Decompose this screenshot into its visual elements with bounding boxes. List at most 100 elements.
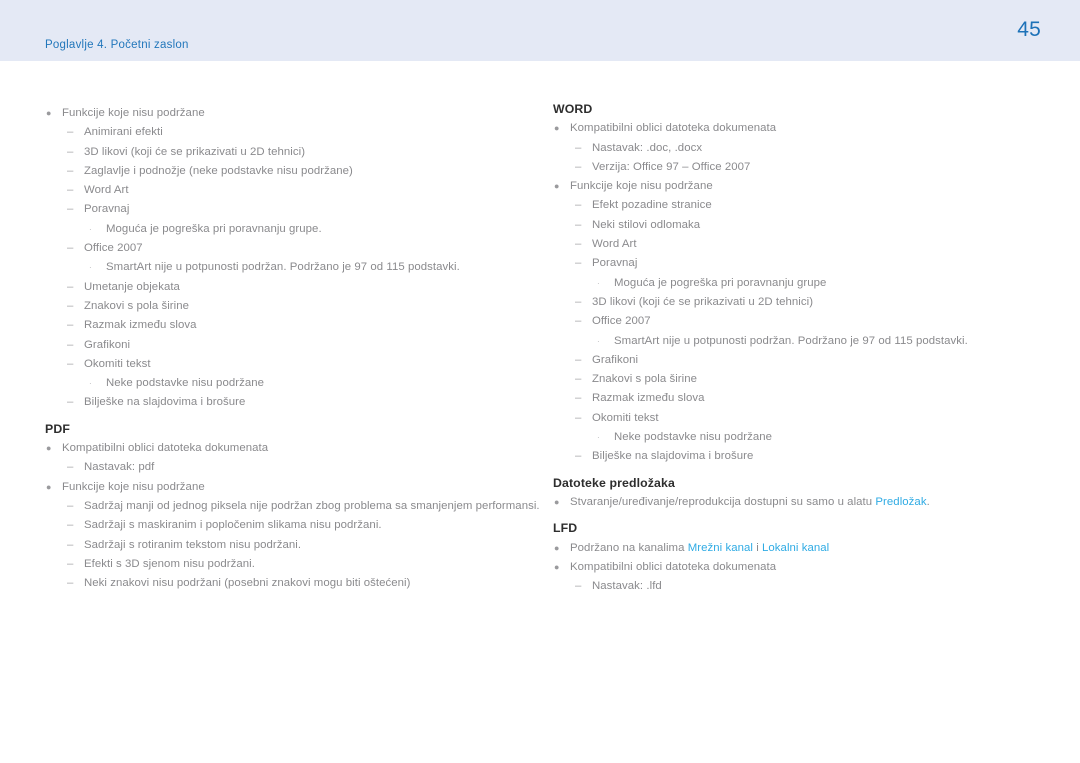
section-heading: LFD: [553, 521, 578, 536]
list-item: – Zaglavlje i podnožje (neke podstavke ni…: [45, 162, 525, 181]
section-heading: Datoteke predložaka: [553, 475, 675, 490]
list-item: ● Kompatibilni oblici datoteka dokumenata: [45, 439, 525, 458]
inline-text: Podržano na kanalima: [570, 541, 688, 554]
bullet-dash-icon: –: [67, 499, 74, 512]
inline-link[interactable]: Lokalni kanal: [762, 542, 829, 554]
list-item-label: Sadržaj manji od jednog piksela nije pod…: [84, 499, 540, 512]
bullet-dot-icon: ●: [46, 108, 52, 118]
list-item-label: Nastavak: .doc, .docx: [592, 141, 703, 154]
list-item: – Sadržaj manji od jednog piksela nije po…: [45, 497, 540, 516]
list-item: –3D likovi (koji će se prikazivati u 2D …: [553, 293, 1033, 312]
bullet-dash-icon: –: [575, 353, 582, 366]
list-item: – Efekti s 3D sjenom nisu podržani.: [45, 555, 525, 574]
list-item: – Znakovi s pola širine: [45, 297, 525, 316]
list-item-label: Efekt pozadine stranice: [592, 199, 712, 212]
bullet-dash-icon: –: [67, 357, 74, 370]
list-item: · SmartArt nije u potpunosti podržan. Pod…: [45, 258, 525, 277]
bullet-dash-icon: –: [67, 184, 74, 197]
list-item-label: 3D likovi (koji će se prikazivati u 2D t…: [592, 295, 814, 308]
bullet-dash-icon: –: [67, 164, 74, 177]
list-item: – Bilješke na slajdovima i brošure: [553, 447, 1033, 466]
list-item: ● Funkcije koje nisu podržane: [553, 177, 1033, 196]
content-section: PDF ● Kompatibilni oblici datoteka dokumen…: [45, 420, 540, 594]
bullet-dash-icon: –: [575, 160, 582, 173]
list-item: · SmartArt nije u potpunosti podržan. Pod…: [553, 332, 1033, 351]
list-item: – Animirani efekti: [45, 123, 525, 142]
inline-text: Stvaranje/uređivanje/reprodukcija dostup…: [570, 495, 876, 508]
bullet-dot-icon: ●: [46, 443, 52, 454]
bullet-dash-icon: –: [575, 238, 582, 251]
bullet-dash-icon: –: [575, 141, 582, 154]
bullet-middot-icon: ·: [597, 336, 600, 346]
bullet-dot-icon: ●: [554, 561, 560, 572]
section-heading: PDF: [45, 421, 70, 436]
page-header: Poglavlje 4. Početni zaslon 45: [0, 0, 1080, 61]
list-item-label: Animirani efekti: [84, 126, 163, 139]
bullet-dash-icon: –: [67, 557, 74, 570]
bullet-middot-icon: ·: [89, 263, 92, 273]
list-item: – Office 2007: [553, 312, 1033, 331]
bullet-dash-icon: –: [67, 145, 74, 158]
list-item-label: SmartArt nije u potpunosti podržan. Podr…: [614, 334, 968, 347]
content-section: ● Funkcije koje nisu podržane – Animirani e…: [45, 104, 525, 413]
list-item-label: Podržano na kanalima Mrežni kanal i Loka…: [570, 539, 829, 558]
list-item: – Okomiti tekst: [553, 409, 1033, 428]
list-item: – Office 2007: [45, 239, 525, 258]
list-item-label: Okomiti tekst: [592, 411, 659, 424]
bullet-dash-icon: –: [67, 519, 74, 532]
list-item-label: Word Art: [592, 238, 637, 251]
list-item-label: Okomiti tekst: [84, 357, 151, 370]
list-item-label: Umetanje objekata: [84, 280, 180, 293]
bullet-dash-icon: –: [67, 538, 74, 551]
list-item-label: Neke podstavke nisu podržane: [614, 431, 773, 444]
list-item: ● Stvaranje/uređivanje/reprodukcija dostu…: [553, 493, 1033, 512]
bullet-dash-icon: –: [67, 461, 74, 474]
list-item: – Efekt pozadine stranice: [553, 196, 1033, 215]
list-item: – Poravnaj: [553, 254, 1033, 273]
bullet-dash-icon: –: [67, 242, 74, 255]
list-item: ● Funkcije koje nisu podržane: [45, 104, 525, 123]
list-item-label: Efekti s 3D sjenom nisu podržani.: [84, 557, 255, 570]
bullet-dash-icon: –: [575, 199, 582, 212]
list-item: – Poravnaj: [45, 200, 525, 219]
list-item: – Sadržaji s maskiranim i popločenim slik…: [45, 516, 525, 535]
bullet-dot-icon: ●: [554, 496, 560, 507]
list-item-label: Neki stilovi odlomaka: [592, 218, 701, 231]
content-section: WORD ● Kompatibilni oblici datoteka dokume…: [553, 100, 1033, 467]
list-item-label: Kompatibilni oblici datoteka dokumenata: [62, 442, 269, 455]
bullet-dash-icon: –: [67, 280, 74, 293]
bullet-dash-icon: –: [67, 338, 74, 351]
list-item: – Grafikoni: [553, 351, 1033, 370]
inline-link[interactable]: Predložak: [875, 496, 926, 508]
list-item-label: Sadržaji s maskiranim i popločenim slika…: [84, 519, 382, 532]
page-content: ● Funkcije koje nisu podržane – Animirani e…: [0, 61, 1080, 763]
list-item: ● Funkcije koje nisu podržane: [45, 478, 525, 497]
list-item-label: Nastavak: .lfd: [592, 580, 662, 593]
list-item-label: Grafikoni: [592, 353, 639, 366]
list-item: – Znakovi s pola širine: [553, 370, 1033, 389]
content-column-left: ● Funkcije koje nisu podržane – Animirani e…: [45, 61, 540, 594]
bullet-dash-icon: –: [575, 411, 582, 424]
list-item-label: Moguća je pogreška pri poravnanju grupe.: [106, 222, 322, 235]
list-item-label: 3D likovi (koji će se prikazivati u 2D t…: [84, 145, 306, 158]
bullet-dash-icon: –: [575, 450, 582, 463]
list-item: – Neki znakovi nisu podržani (posebni zna…: [45, 574, 525, 593]
list-item-label: Zaglavlje i podnožje (neke podstavke nis…: [84, 164, 353, 177]
list-item-label: Moguća je pogreška pri poravnanju grupe: [614, 276, 827, 289]
bullet-dash-icon: –: [575, 295, 582, 308]
bullet-dot-icon: ●: [554, 542, 560, 553]
chapter-breadcrumb: Poglavlje 4. Početni zaslon: [45, 39, 189, 51]
inline-link[interactable]: Mrežni kanal: [688, 542, 753, 554]
bullet-dot-icon: ●: [554, 123, 560, 134]
list-item-label: Grafikoni: [84, 338, 131, 351]
list-item-label: Funkcije koje nisu podržane: [570, 180, 713, 193]
list-item: – Razmak između slova: [45, 316, 525, 335]
list-item-label: Neki znakovi nisu podržani (posebni znak…: [84, 577, 411, 590]
bullet-middot-icon: ·: [597, 278, 600, 288]
list-item-label: Bilješke na slajdovima i brošure: [84, 396, 246, 409]
list-item: ● Kompatibilni oblici datoteka dokumenata: [553, 119, 1033, 138]
list-item: – Umetanje objekata: [45, 278, 525, 297]
list-item-label: Word Art: [84, 184, 129, 197]
list-item: – Word Art: [45, 181, 525, 200]
bullet-dash-icon: –: [67, 577, 74, 590]
